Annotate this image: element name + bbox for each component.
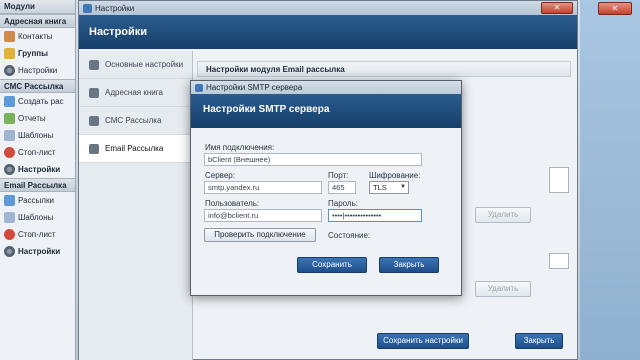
send-icon: [4, 96, 15, 107]
modules-sidebar: Модули Адресная книга Контакты Группы На…: [0, 0, 76, 360]
tab-sms[interactable]: СМС Рассылка: [79, 107, 192, 135]
contacts-icon: [89, 87, 99, 98]
contacts-icon: [4, 31, 15, 42]
status-label: Состояние:: [328, 231, 371, 240]
template-icon: [4, 130, 15, 141]
smtp-dialog-titlebar[interactable]: Настройки SMTP сервера: [191, 81, 461, 94]
settings-window-banner: Настройки: [79, 15, 577, 49]
wrench-icon: [89, 59, 99, 70]
save-settings-button[interactable]: Сохранить настройки: [377, 333, 469, 349]
gear-icon: [4, 65, 15, 76]
gear-icon: [4, 246, 15, 257]
settings-window-titlebar[interactable]: Настройки: [79, 1, 577, 15]
smtp-settings-dialog: Настройки SMTP сервера Настройки SMTP се…: [190, 80, 462, 296]
sidebar-item-label: Стоп-лист: [18, 230, 56, 239]
encryption-label: Шифрование:: [369, 171, 421, 180]
connection-name-field[interactable]: bClient (Внешнее): [204, 153, 422, 166]
user-label: Пользователь:: [205, 199, 260, 208]
smtp-save-button[interactable]: Сохранить: [297, 257, 367, 273]
gear-icon: [4, 164, 15, 175]
connection-name-label: Имя подключения:: [205, 143, 275, 152]
password-field[interactable]: ••••|••••••••••••••: [328, 209, 422, 222]
smtp-dialog-title: Настройки SMTP сервера: [206, 83, 303, 92]
panel-header: Настройки модуля Email рассылка: [197, 61, 571, 77]
tab-address-book[interactable]: Адресная книга: [79, 79, 192, 107]
smtp-close-button[interactable]: Закрыть: [379, 257, 439, 273]
sidebar-item-sms-templates[interactable]: Шаблоны: [0, 127, 75, 144]
sidebar-item-addressbook-settings[interactable]: Настройки: [0, 62, 75, 79]
app-icon: [83, 3, 92, 13]
server-label: Сервер:: [205, 171, 235, 180]
stop-icon: [4, 147, 15, 158]
settings-close-button[interactable]: Закрыть: [515, 333, 563, 349]
sidebar-item-label: Шаблоны: [18, 131, 54, 140]
delete-button-2[interactable]: Удалить: [475, 281, 531, 297]
sidebar-item-label: Стоп-лист: [18, 148, 56, 157]
settings-window-close-button[interactable]: ✕: [541, 2, 573, 14]
tab-label: Адресная книга: [105, 88, 163, 97]
groups-icon: [4, 48, 15, 59]
sms-icon: [89, 115, 99, 126]
sidebar-item-email-stoplist[interactable]: Стоп-лист: [0, 226, 75, 243]
password-label: Пароль:: [328, 199, 358, 208]
sidebar-item-label: Шаблоны: [18, 213, 54, 222]
sidebar-item-groups[interactable]: Группы: [0, 45, 75, 62]
sidebar-header: Модули: [0, 0, 75, 14]
sidebar-item-label: Рассылки: [18, 196, 54, 205]
sidebar-item-sms-stoplist[interactable]: Стоп-лист: [0, 144, 75, 161]
delete-button-1[interactable]: Удалить: [475, 207, 531, 223]
settings-tabs: Основные настройки Адресная книга СМС Ра…: [79, 51, 193, 360]
encryption-select[interactable]: TLS ▼: [369, 181, 409, 194]
tab-label: Email Рассылка: [105, 144, 164, 153]
sidebar-item-label: Контакты: [18, 32, 53, 41]
report-icon: [4, 113, 15, 124]
port-label: Порт:: [328, 171, 349, 180]
sidebar-item-label: Настройки: [18, 247, 61, 256]
sidebar-item-mailings[interactable]: Рассылки: [0, 192, 75, 209]
chevron-down-icon: ▼: [400, 184, 406, 190]
server-field[interactable]: smtp.yandex.ru: [204, 181, 322, 194]
sidebar-item-label: Настройки: [18, 66, 58, 75]
tab-email[interactable]: Email Рассылка: [79, 135, 192, 163]
main-window-close-button[interactable]: ✕: [598, 2, 632, 15]
check-connection-button[interactable]: Проверить подключение: [204, 228, 316, 242]
tab-general-settings[interactable]: Основные настройки: [79, 51, 192, 79]
send-icon: [4, 195, 15, 206]
sidebar-item-contacts[interactable]: Контакты: [0, 28, 75, 45]
envelope-icon: [89, 143, 99, 154]
sidebar-section-address-book[interactable]: Адресная книга: [0, 14, 75, 28]
sidebar-item-reports[interactable]: Отчеты: [0, 110, 75, 127]
tab-label: СМС Рассылка: [105, 116, 162, 125]
sidebar-item-sms-settings[interactable]: Настройки: [0, 161, 75, 178]
sidebar-item-label: Отчеты: [18, 114, 46, 123]
app-icon: [195, 83, 203, 92]
background-field: [549, 253, 569, 269]
settings-window-title: Настройки: [95, 3, 135, 13]
sidebar-item-label: Настройки: [18, 165, 61, 174]
smtp-dialog-banner: Настройки SMTP сервера: [191, 94, 461, 128]
port-field[interactable]: 465: [328, 181, 356, 194]
sidebar-section-sms[interactable]: СМС Рассылка: [0, 79, 75, 93]
tab-label: Основные настройки: [105, 60, 184, 69]
template-icon: [4, 212, 15, 223]
background-field: [549, 167, 569, 193]
stop-icon: [4, 229, 15, 240]
desktop-right-edge: [580, 0, 640, 360]
sidebar-item-email-settings[interactable]: Настройки: [0, 243, 75, 260]
sidebar-item-label: Группы: [18, 49, 48, 58]
sidebar-item-create-mailing[interactable]: Создать рас: [0, 93, 75, 110]
user-field[interactable]: info@bclient.ru: [204, 209, 322, 222]
sidebar-item-label: Создать рас: [18, 97, 64, 106]
sidebar-item-email-templates[interactable]: Шаблоны: [0, 209, 75, 226]
sidebar-section-email[interactable]: Email Рассылка: [0, 178, 75, 192]
encryption-value: TLS: [373, 183, 387, 192]
